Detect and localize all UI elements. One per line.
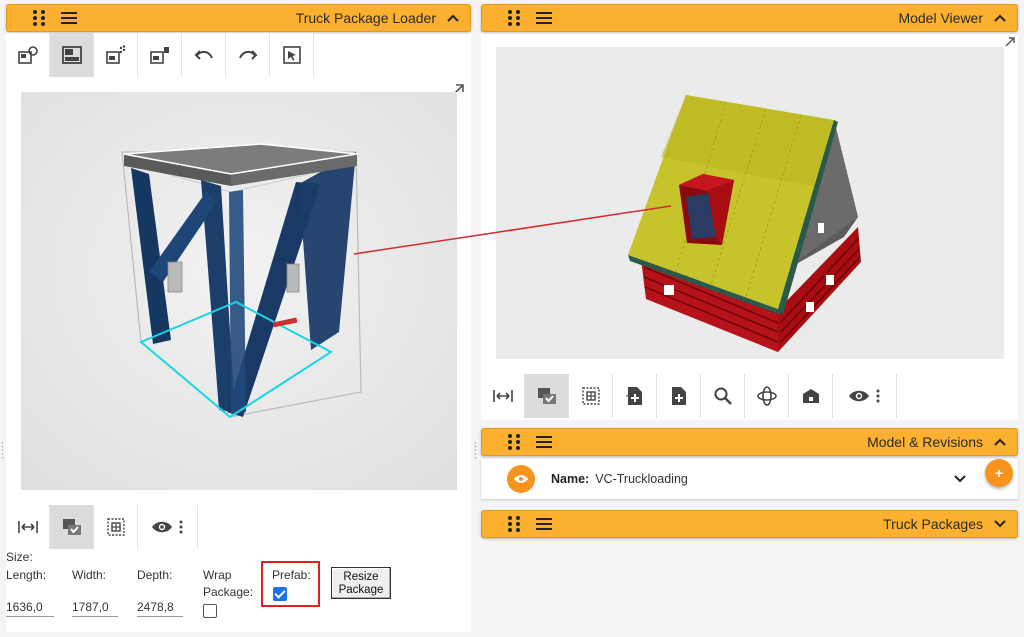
splitter-handle-icon[interactable] bbox=[474, 437, 477, 465]
panel-title: Model & Revisions bbox=[867, 434, 983, 450]
drag-handle-icon[interactable] bbox=[508, 516, 522, 532]
prefab-highlight bbox=[261, 561, 320, 607]
name-label: Name: bbox=[551, 472, 590, 486]
truck-package-model bbox=[21, 92, 457, 490]
add-file-icon[interactable] bbox=[613, 374, 657, 418]
drag-handle-icon[interactable] bbox=[508, 434, 522, 450]
orbit-icon[interactable] bbox=[745, 374, 789, 418]
width-input[interactable]: 1787,0 bbox=[72, 597, 118, 617]
file-plus-icon[interactable] bbox=[657, 374, 701, 418]
search-icon[interactable] bbox=[701, 374, 745, 418]
measure-icon[interactable] bbox=[481, 374, 525, 418]
truck-package-loader-header[interactable]: Truck Package Loader bbox=[6, 4, 471, 32]
visibility-eye-icon[interactable] bbox=[507, 465, 535, 493]
cursor-select-icon[interactable] bbox=[270, 33, 314, 77]
resize-package-button[interactable]: Resize Package bbox=[331, 567, 391, 599]
chevron-down-icon[interactable] bbox=[983, 520, 1017, 528]
menu-icon[interactable] bbox=[61, 12, 77, 24]
panel-title: Truck Package Loader bbox=[295, 10, 436, 26]
model-revisions-header[interactable]: Model & Revisions bbox=[481, 428, 1018, 456]
package-icon[interactable] bbox=[138, 33, 182, 77]
width-label: Width: bbox=[72, 568, 107, 582]
check-select-icon[interactable] bbox=[525, 374, 569, 418]
scatter-icon[interactable] bbox=[94, 33, 138, 77]
model-row[interactable]: Name: VC-Truckloading bbox=[481, 459, 1018, 499]
eye-menu-icon[interactable] bbox=[833, 374, 897, 418]
menu-icon[interactable] bbox=[536, 12, 552, 24]
depth-label: Depth: bbox=[137, 568, 173, 582]
model-3d-viewport[interactable] bbox=[496, 47, 1004, 359]
layout-icon[interactable] bbox=[50, 33, 94, 77]
house-model bbox=[496, 47, 1004, 359]
wrap-package-label: Package: bbox=[203, 585, 254, 599]
panel-title: Model Viewer bbox=[898, 10, 983, 26]
depth-input[interactable]: 2478,8 bbox=[137, 597, 183, 617]
add-object-icon[interactable] bbox=[6, 33, 50, 77]
package-3d-viewport[interactable] bbox=[21, 92, 457, 490]
splitter-handle-icon[interactable] bbox=[1, 437, 4, 465]
size-label: Size: bbox=[6, 550, 33, 564]
left-top-toolbar bbox=[6, 33, 314, 77]
length-label: Length: bbox=[6, 568, 47, 582]
eye-menu-icon[interactable] bbox=[138, 505, 198, 549]
home-icon[interactable] bbox=[789, 374, 833, 418]
drag-handle-icon[interactable] bbox=[33, 10, 47, 26]
left-bottom-toolbar bbox=[6, 505, 198, 549]
wrap-label: Wrap bbox=[203, 568, 232, 582]
chevron-down-icon[interactable] bbox=[954, 470, 966, 488]
chevron-up-icon[interactable] bbox=[983, 14, 1017, 22]
menu-icon[interactable] bbox=[536, 436, 552, 448]
length-input[interactable]: 1636,0 bbox=[6, 597, 54, 617]
chevron-up-icon[interactable] bbox=[436, 14, 470, 22]
panel-title: Truck Packages bbox=[883, 516, 983, 532]
resize-button-line2: Package bbox=[338, 584, 384, 596]
truck-packages-header[interactable]: Truck Packages bbox=[481, 510, 1018, 538]
measure-icon[interactable] bbox=[6, 505, 50, 549]
redo-icon[interactable] bbox=[226, 33, 270, 77]
check-select-icon[interactable] bbox=[50, 505, 94, 549]
expand-icon[interactable] bbox=[1004, 36, 1016, 48]
grid-select-icon[interactable] bbox=[569, 374, 613, 418]
model-viewer-header[interactable]: Model Viewer bbox=[481, 4, 1018, 32]
add-model-button[interactable]: + bbox=[985, 459, 1013, 487]
model-viewer-toolbar bbox=[481, 374, 897, 418]
prefab-checkbox[interactable] bbox=[273, 587, 287, 601]
chevron-up-icon[interactable] bbox=[983, 438, 1017, 446]
wrap-package-checkbox[interactable] bbox=[203, 604, 217, 618]
drag-handle-icon[interactable] bbox=[508, 10, 522, 26]
model-name: VC-Truckloading bbox=[595, 472, 688, 486]
resize-button-line1: Resize bbox=[343, 571, 379, 583]
menu-icon[interactable] bbox=[536, 518, 552, 530]
undo-icon[interactable] bbox=[182, 33, 226, 77]
grid-select-icon[interactable] bbox=[94, 505, 138, 549]
